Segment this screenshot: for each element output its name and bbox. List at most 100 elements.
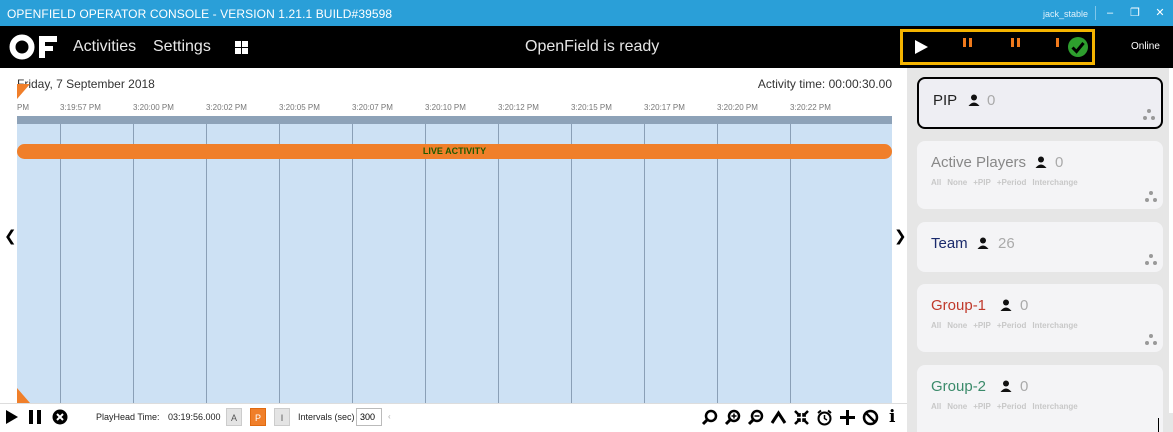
tick-line: [571, 124, 572, 403]
intervals-label: Intervals (sec): [298, 412, 355, 422]
search-icon[interactable]: [701, 409, 718, 426]
tick-label: 3:19:57 PM: [60, 103, 101, 112]
group-name: Group-1: [931, 297, 987, 314]
group-card-pip[interactable]: PIP 0: [917, 77, 1163, 129]
tick-label: 3:20:17 PM: [644, 103, 685, 112]
playhead-label: PlayHead Time:: [96, 412, 160, 422]
play-icon[interactable]: [6, 410, 18, 424]
window-title: OPENFIELD OPERATOR CONSOLE - VERSION 1.2…: [7, 7, 393, 21]
group-card-active-players[interactable]: Active Players 0 All None +PIP +Period Inter…: [917, 141, 1163, 209]
grid-icon[interactable]: [235, 41, 248, 54]
filter-row: All None +PIP +Period Interchange: [931, 321, 1084, 330]
info-icon[interactable]: i: [889, 407, 895, 427]
activity-time: Activity time: 00:00:30.00: [757, 77, 892, 91]
openfield-logo: OF: [9, 34, 57, 60]
filter-pip[interactable]: +PIP: [973, 178, 991, 187]
alarm-clock-icon[interactable]: [816, 409, 833, 426]
sidebar-scrollbar[interactable]: [1169, 68, 1173, 413]
tick-label: 3:20:12 PM: [498, 103, 539, 112]
drag-handle-icon[interactable]: [1145, 254, 1157, 266]
tick-label: 3:20:15 PM: [571, 103, 612, 112]
tick-label: PM: [17, 103, 29, 112]
filter-row: All None +PIP +Period Interchange: [931, 178, 1084, 187]
group-name: Team: [931, 235, 968, 252]
filter-none[interactable]: None: [947, 178, 967, 187]
player-count: 0: [987, 92, 996, 109]
person-icon: [1035, 156, 1047, 168]
timeline-track-area[interactable]: LIVE ACTIVITY: [17, 116, 892, 403]
device-controls-highlight: [900, 29, 1095, 65]
tick-line: [133, 124, 134, 403]
intervals-decrement[interactable]: ‹: [388, 412, 391, 421]
player-count: 0: [1020, 378, 1029, 395]
filter-pip[interactable]: +PIP: [973, 321, 991, 330]
filter-interchange[interactable]: Interchange: [1032, 402, 1077, 411]
caret-up-icon[interactable]: [770, 409, 787, 426]
tick-line: [279, 124, 280, 403]
filter-pip[interactable]: +PIP: [973, 402, 991, 411]
tick-line: [790, 124, 791, 403]
tick-line: [206, 124, 207, 403]
pause-indicator-icon[interactable]: [1011, 38, 1021, 47]
filter-none[interactable]: None: [947, 321, 967, 330]
group-name: PIP: [933, 92, 958, 109]
filter-all[interactable]: All: [931, 178, 941, 187]
session-date: Friday, 7 September 2018: [17, 77, 155, 91]
pause-icon[interactable]: [29, 410, 43, 424]
group-card-group-1[interactable]: Group-1 0 All None +PIP +Period Interchange: [917, 284, 1163, 352]
group-name: Active Players: [931, 154, 1027, 171]
range-end-marker[interactable]: [17, 388, 30, 403]
play-icon[interactable]: [915, 40, 928, 54]
restore-button[interactable]: ❐: [1127, 5, 1143, 21]
person-icon: [977, 237, 989, 249]
filter-none[interactable]: None: [947, 402, 967, 411]
zoom-out-icon[interactable]: [747, 409, 764, 426]
intervals-input[interactable]: 300: [356, 408, 382, 426]
mode-p-button[interactable]: P: [250, 408, 266, 426]
filter-interchange[interactable]: Interchange: [1032, 321, 1077, 330]
timeline-scrollbar[interactable]: [17, 116, 892, 124]
tick-line: [60, 124, 61, 403]
zoom-in-icon[interactable]: [724, 409, 741, 426]
tick-label: 3:20:22 PM: [790, 103, 831, 112]
pause-indicator-icon[interactable]: [963, 38, 973, 47]
transport-bar: PlayHead Time: 03:19:56.000 A P I Interv…: [0, 403, 907, 432]
tick-line: [717, 124, 718, 403]
tick-line: [498, 124, 499, 403]
filter-period[interactable]: +Period: [997, 178, 1027, 187]
menu-activities[interactable]: Activities: [73, 38, 136, 56]
user-name: jack_stable: [1043, 9, 1089, 19]
filter-all[interactable]: All: [931, 321, 941, 330]
marker-indicator-icon[interactable]: [1056, 38, 1066, 47]
group-name: Group-2: [931, 378, 987, 395]
live-activity-bar[interactable]: LIVE ACTIVITY: [17, 144, 892, 159]
add-icon[interactable]: [839, 409, 856, 426]
group-card-team[interactable]: Team 26: [917, 222, 1163, 272]
tick-label: 3:20:20 PM: [717, 103, 758, 112]
filter-all[interactable]: All: [931, 402, 941, 411]
range-start-marker[interactable]: [17, 84, 30, 99]
mode-i-button[interactable]: I: [274, 408, 290, 426]
timeline-prev-arrow[interactable]: ❮: [4, 227, 17, 245]
drag-handle-icon[interactable]: [1145, 334, 1157, 346]
mode-a-button[interactable]: A: [226, 408, 242, 426]
timeline-next-arrow[interactable]: ❯: [894, 227, 907, 245]
group-card-group-2[interactable]: Group-2 0 All None +PIP +Period Interchange: [917, 365, 1163, 432]
drag-handle-icon[interactable]: [1145, 191, 1157, 203]
compress-icon[interactable]: [793, 409, 810, 426]
filter-row: All None +PIP +Period Interchange: [931, 402, 1084, 411]
close-button[interactable]: ✕: [1152, 5, 1168, 21]
timeline-panel: Friday, 7 September 2018 Activity time: …: [17, 68, 892, 403]
filter-period[interactable]: +Period: [997, 321, 1027, 330]
resize-handle[interactable]: [1158, 418, 1159, 432]
stop-icon[interactable]: [52, 409, 68, 425]
window-titlebar: OPENFIELD OPERATOR CONSOLE - VERSION 1.2…: [0, 0, 1173, 26]
filter-interchange[interactable]: Interchange: [1032, 178, 1077, 187]
menu-settings[interactable]: Settings: [153, 38, 211, 56]
player-count: 0: [1055, 154, 1064, 171]
filter-period[interactable]: +Period: [997, 402, 1027, 411]
minimize-button[interactable]: –: [1102, 5, 1118, 21]
tick-label: 3:20:10 PM: [425, 103, 466, 112]
block-icon[interactable]: [862, 409, 879, 426]
drag-handle-icon[interactable]: [1143, 109, 1155, 121]
